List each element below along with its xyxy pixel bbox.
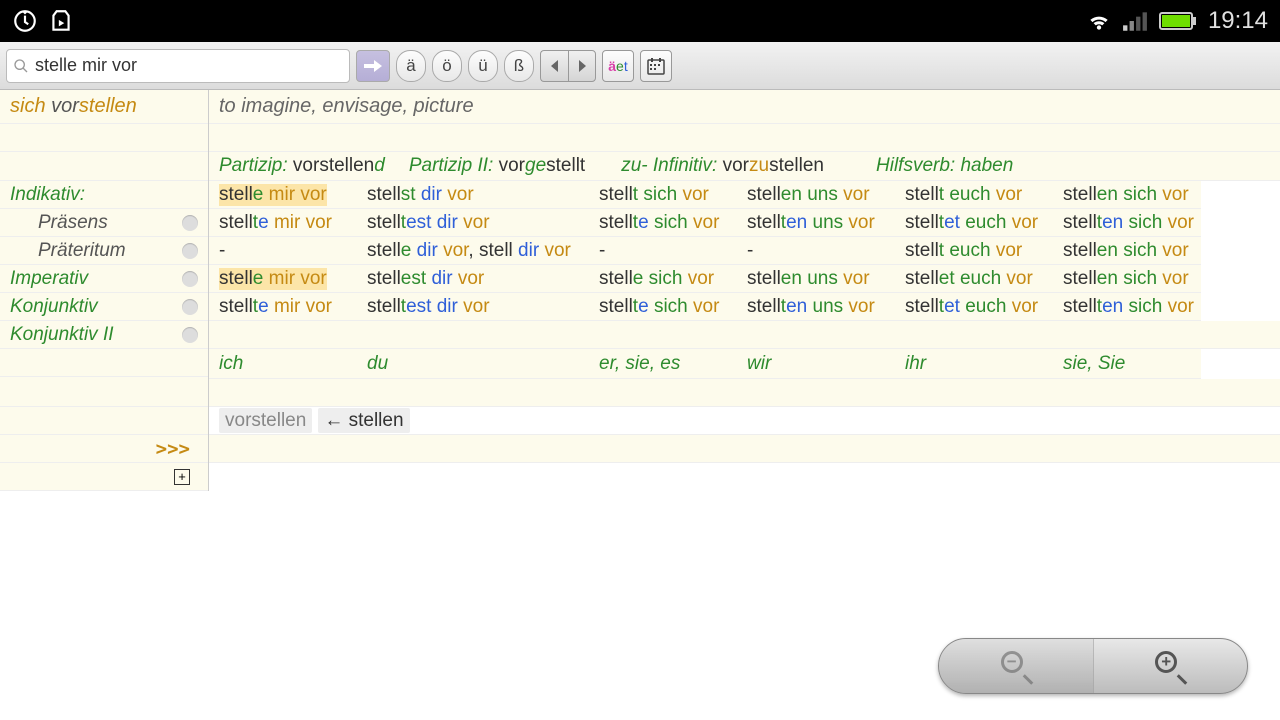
conjugation-cell: stellt euch vor [895, 237, 1053, 265]
battery-icon [1158, 8, 1198, 34]
conjugation-cell: stelltet euch vor [895, 293, 1053, 321]
toolbar: ä ö ü ß äet [0, 42, 1280, 90]
clock: 19:14 [1208, 7, 1268, 35]
conjugation-cell: stellen sich vor [1053, 265, 1201, 293]
go-button[interactable] [356, 50, 390, 82]
nav-forward-button[interactable] [568, 50, 596, 82]
zoom-in-icon: + [1155, 651, 1185, 681]
sidebar-item[interactable]: Imperativ [0, 265, 208, 293]
sidebar-item-label: Konjunktiv II [10, 324, 114, 346]
conjugation-cell: stellen uns vor [737, 265, 895, 293]
search-field[interactable] [6, 49, 350, 83]
pronoun-cell: sie, Sie [1053, 349, 1201, 379]
sync-icon [12, 8, 38, 34]
sidebar-item-label: Imperativ [10, 268, 88, 290]
conjugation-cell: stelltest dir vor [357, 293, 589, 321]
headword: sich vorstellen [10, 95, 137, 118]
conjugation-cell: stellten uns vor [737, 209, 895, 237]
conjugation-cell: - [737, 237, 895, 265]
conjugation-cell: stellten uns vor [737, 293, 895, 321]
conjugation-cell: stellst dir vor [357, 181, 589, 209]
sidebar: sich vorstellen Indikativ: Präsens Präteri… [0, 90, 208, 491]
sidebar-item-label: Konjunktiv [10, 296, 98, 318]
conjugation-cell: - [209, 237, 357, 265]
translation: to imagine, envisage, picture [209, 95, 474, 118]
conjugation-cell: stellte sich vor [589, 293, 737, 321]
zoom-in-button[interactable]: + [1094, 639, 1248, 693]
signal-icon [1122, 8, 1148, 34]
dot-icon [182, 299, 198, 315]
related-vorstellen[interactable]: vorstellen [219, 408, 312, 433]
pronoun-cell: ihr [895, 349, 1053, 379]
calendar-button[interactable] [640, 50, 672, 82]
conjugation-cell: stellt sich vor [589, 181, 737, 209]
dot-icon [182, 327, 198, 343]
conjugation-cell: stellen sich vor [1053, 181, 1201, 209]
conjugation-cell: stellen sich vor [1053, 237, 1201, 265]
eszett-button[interactable]: ß [504, 50, 534, 82]
highlight-toggle-button[interactable]: äet [602, 50, 634, 82]
conjugation-cell: stellen uns vor [737, 181, 895, 209]
pronoun-cell: ich [209, 349, 357, 379]
main-pane: to imagine, envisage, picture Partizip: … [208, 90, 1280, 491]
related-stellen[interactable]: ← stellen [318, 408, 409, 433]
wifi-icon [1086, 8, 1112, 34]
conjugation-cell: stellet euch vor [895, 265, 1053, 293]
conjugation-table: stelle mir vorstellst dir vorstellt sich… [209, 181, 1280, 321]
conjugation-cell: stelle sich vor [589, 265, 737, 293]
sidebar-item[interactable]: Konjunktiv [0, 293, 208, 321]
participle-row: Partizip: vorstellend Partizip II: vorge… [209, 152, 1280, 181]
dot-icon [182, 243, 198, 259]
dot-icon [182, 215, 198, 231]
zoom-out-button[interactable]: − [939, 639, 1094, 693]
more-link[interactable]: >>> [156, 438, 190, 460]
pronoun-cell: du [357, 349, 589, 379]
conjugation-cell: stelle dir vor, stell dir vor [357, 237, 589, 265]
search-icon [13, 58, 29, 74]
conjugation-cell: stellten sich vor [1053, 209, 1201, 237]
conjugation-cell: stelltest dir vor [357, 209, 589, 237]
umlaut-u-button[interactable]: ü [468, 50, 498, 82]
search-input[interactable] [29, 55, 343, 76]
conjugation-cell: stelle mir vor [209, 181, 357, 209]
sidebar-item[interactable]: Präsens [0, 209, 208, 237]
conjugation-cell: stelltet euch vor [895, 209, 1053, 237]
zoom-out-icon: − [1001, 651, 1031, 681]
expand-button[interactable]: + [174, 469, 190, 485]
sidebar-item[interactable]: Präteritum [0, 237, 208, 265]
conjugation-cell: stellt euch vor [895, 181, 1053, 209]
sidebar-item[interactable]: Indikativ: [0, 181, 208, 209]
conjugation-cell: stellte sich vor [589, 209, 737, 237]
related-row: vorstellen← stellen [209, 407, 1280, 435]
pronoun-cell: er, sie, es [589, 349, 737, 379]
umlaut-a-button[interactable]: ä [396, 50, 426, 82]
sidebar-item-label: Präteritum [38, 240, 126, 262]
sidebar-item-label: Präsens [38, 212, 108, 234]
play-store-icon [48, 8, 74, 34]
conjugation-cell: stellten sich vor [1053, 293, 1201, 321]
status-bar: 19:14 [0, 0, 1280, 42]
conjugation-cell: stelle mir vor [209, 265, 357, 293]
conjugation-cell: - [589, 237, 737, 265]
pronoun-cell: wir [737, 349, 895, 379]
sidebar-item-label: Indikativ: [10, 184, 85, 206]
nav-back-button[interactable] [540, 50, 568, 82]
conjugation-cell: stellest dir vor [357, 265, 589, 293]
conjugation-cell: stellte mir vor [209, 209, 357, 237]
sidebar-item[interactable]: Konjunktiv II [0, 321, 208, 349]
dot-icon [182, 271, 198, 287]
umlaut-o-button[interactable]: ö [432, 50, 462, 82]
conjugation-cell: stellte mir vor [209, 293, 357, 321]
zoom-control: − + [938, 638, 1248, 694]
